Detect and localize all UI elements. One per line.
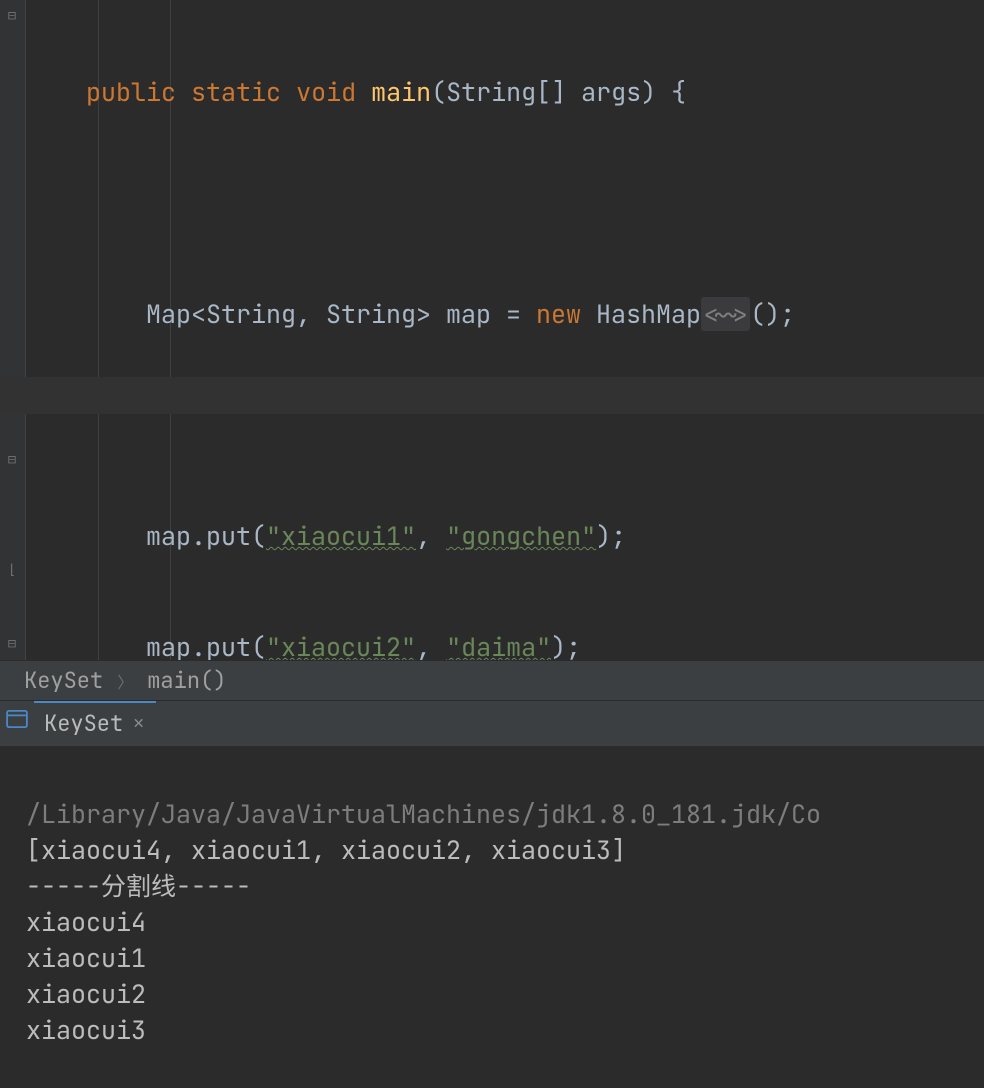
code-text: map.put( [146,630,266,660]
console-output-line: [xiaocui4, xiaocui1, xiaocui2, xiaocui3] [26,833,626,867]
console-output-line: xiaocui4 [26,905,146,939]
code-text: Map<String, String> map = [146,297,536,331]
keyword-new: new [536,297,581,331]
console-output-line: xiaocui1 [26,941,146,975]
chevron-right-icon: 〉 [117,669,133,693]
breadcrumb-method[interactable]: main() [147,666,226,695]
fold-toggle-icon[interactable]: ⊟ [4,8,20,24]
application-icon [6,710,28,728]
breadcrumb-class[interactable]: KeySet [24,666,103,695]
console-output-line: -----分割线----- [26,869,251,903]
console-output-line: xiaocui2 [26,977,146,1011]
code-editor[interactable]: ⊟ ⊟ ⌊ ⊟ public static void main(String[]… [0,0,984,660]
run-tab-label: KeySet [44,709,123,738]
code-text: , [416,630,446,660]
code-text: map.put( [146,519,266,553]
code-text: HashMap [581,297,701,331]
fold-toggle-icon[interactable]: ⊟ [4,452,20,468]
run-tab-keyset[interactable]: KeySet ✕ [34,701,156,746]
code-text: ); [551,630,581,660]
fold-toggle-icon[interactable]: ⊟ [4,636,20,652]
string-literal: "gongchen" [446,519,596,553]
params: (String[] args) { [431,75,686,109]
run-console[interactable]: /Library/Java/JavaVirtualMachines/jdk1.8… [0,746,984,1088]
console-output-line: xiaocui3 [26,1013,146,1047]
run-tool-window-tabs: KeySet ✕ [0,700,984,746]
code-text: ); [596,519,626,553]
fold-end-icon[interactable]: ⌊ [4,562,20,578]
console-command-line: /Library/Java/JavaVirtualMachines/jdk1.8… [26,797,821,831]
method-name: main [371,75,431,109]
gutter: ⊟ ⊟ ⌊ ⊟ [0,0,26,660]
code-area[interactable]: public static void main(String[] args) {… [26,0,984,660]
breadcrumb: KeySet 〉 main() [0,660,984,700]
string-literal: "xiaocui1" [266,519,416,553]
code-text: (); [750,297,795,331]
keyword-public: public [86,75,176,109]
close-icon[interactable]: ✕ [133,712,144,735]
string-literal: "daima" [446,630,551,660]
code-text: , [416,519,446,553]
keyword-void: void [296,75,356,109]
keyword-static: static [191,75,281,109]
string-literal: "xiaocui2" [266,630,416,660]
folded-generics[interactable]: <~> [701,297,750,331]
